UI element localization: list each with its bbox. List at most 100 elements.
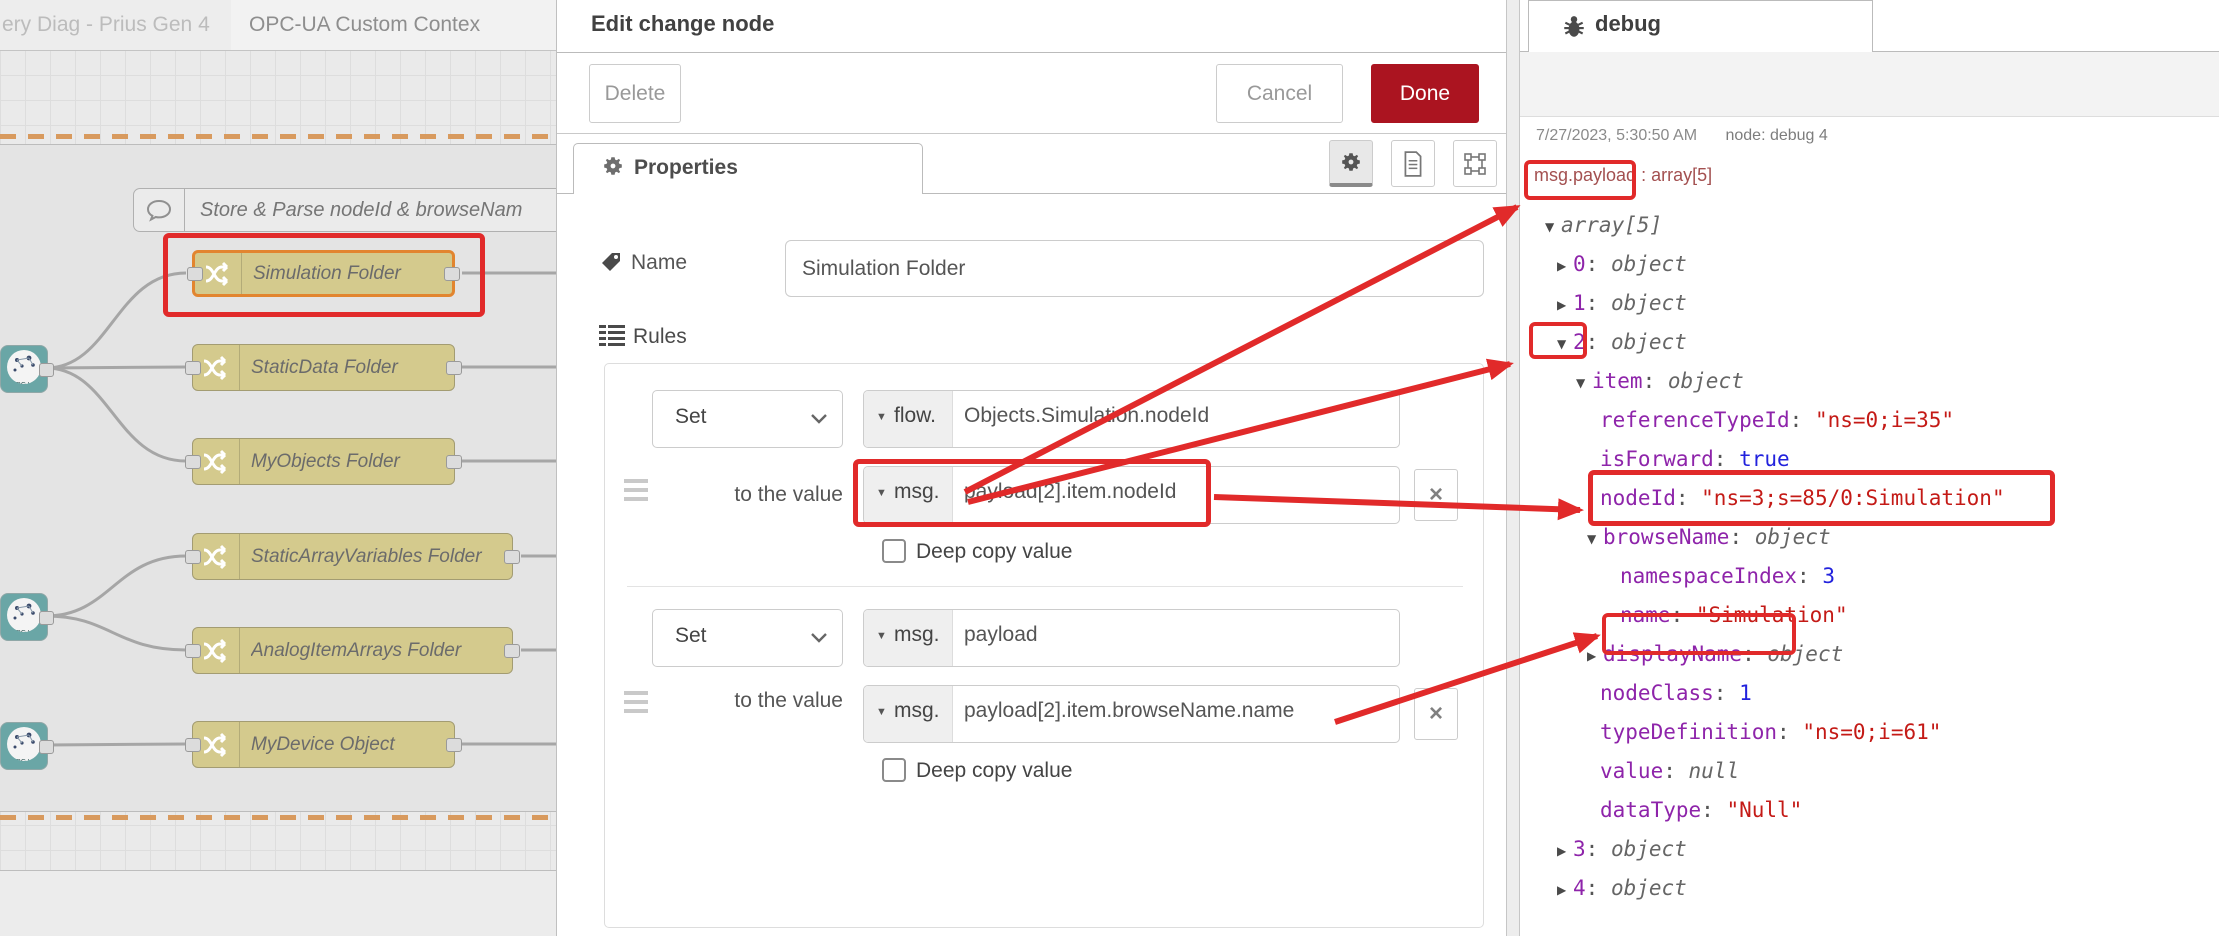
rule2-delete-button[interactable]: × [1414, 688, 1458, 740]
change-node-staticdata-folder[interactable]: StaticData Folder [192, 344, 455, 391]
debug-tree-row[interactable]: namespaceIndex: 3 [1520, 557, 2219, 596]
tree-caret-icon[interactable]: ▼ [1587, 520, 1603, 559]
tree-caret-icon[interactable]: ▼ [1557, 325, 1573, 364]
node-input-port[interactable] [185, 550, 201, 564]
tree-caret-icon[interactable]: ▶ [1557, 871, 1573, 910]
debug-token-num: 1 [1739, 681, 1752, 705]
tab-debug[interactable]: debug [1528, 0, 1873, 52]
debug-tree-row[interactable]: nodeId: "ns=3;s=85/0:Simulation" [1520, 479, 2219, 518]
change-node-simulation-folder[interactable]: Simulation Folder [192, 250, 455, 297]
tree-caret-icon[interactable]: ▶ [1587, 637, 1603, 676]
debug-tree-row[interactable]: ▼array[5] [1520, 206, 2219, 245]
node-output-port[interactable] [39, 363, 54, 377]
debug-tree-row[interactable]: ▶displayName: object [1520, 635, 2219, 674]
node-output-port[interactable] [446, 361, 462, 375]
node-input-port[interactable] [185, 455, 201, 469]
debug-tree-row[interactable]: ▶0: object [1520, 245, 2219, 284]
typed-input-type-button[interactable]: ▼msg. [864, 686, 953, 742]
debug-tree-row[interactable]: ▶1: object [1520, 284, 2219, 323]
rule1-value-input[interactable]: ▼msg. payload[2].item.nodeId [863, 466, 1400, 524]
node-output-port[interactable] [446, 738, 462, 752]
tree-caret-icon[interactable]: ▼ [1576, 364, 1592, 403]
node-label: StaticData Folder [251, 345, 446, 390]
tab-properties[interactable]: Properties [573, 143, 923, 194]
properties-view-button[interactable] [1329, 140, 1373, 187]
node-input-port[interactable] [185, 361, 201, 375]
node-output-port[interactable] [446, 455, 462, 469]
rule1-target-input[interactable]: ▼flow. Objects.Simulation.nodeId [863, 390, 1400, 448]
debug-json-tree[interactable]: ▼array[5]▶0: object▶1: object▼2: object▼… [1520, 206, 2219, 908]
node-output-port[interactable] [444, 267, 460, 281]
debug-tree-row[interactable]: ▼browseName: object [1520, 518, 2219, 557]
comment-node[interactable]: Store & Parse nodeId & browseNam [133, 188, 556, 232]
node-output-port[interactable] [504, 550, 520, 564]
debug-tree-row[interactable]: typeDefinition: "ns=0;i=61" [1520, 713, 2219, 752]
rule2-action-select[interactable]: Set [652, 609, 843, 667]
debug-tree-row[interactable]: ▶3: object [1520, 830, 2219, 869]
workspace-tab-active[interactable]: OPC-UA Custom Contex [231, 0, 556, 50]
opcua-browser-node[interactable]: OPC UA [0, 345, 48, 393]
typed-input-type-button[interactable]: ▼flow. [864, 391, 953, 447]
debug-tree-row[interactable]: dataType: "Null" [1520, 791, 2219, 830]
debug-tree-row[interactable]: referenceTypeId: "ns=0;i=35" [1520, 401, 2219, 440]
node-input-port[interactable] [185, 738, 201, 752]
rule2-target-input[interactable]: ▼msg. payload [863, 609, 1400, 667]
debug-tree-row[interactable]: ▶4: object [1520, 869, 2219, 908]
opcua-browser-node[interactable]: OPC UA [0, 593, 48, 641]
debug-token-pln: : [1742, 642, 1767, 666]
rule2-value-input[interactable]: ▼msg. payload[2].item.browseName.name [863, 685, 1400, 743]
workspace-tab-inactive[interactable]: ery Diag - Prius Gen 4 [0, 0, 233, 50]
rule1-action-select[interactable]: Set [652, 390, 843, 448]
comment-bubble-icon [134, 189, 185, 231]
rule1-delete-button[interactable]: × [1414, 469, 1458, 521]
typed-input-type-label: msg. [894, 699, 940, 723]
change-node-analogitemarrays-folder[interactable]: AnalogItemArrays Folder [192, 627, 513, 674]
node-red-editor: ery Diag - Prius Gen 4 OPC-UA Custom Con… [0, 0, 2219, 936]
debug-tree-row[interactable]: value: null [1520, 752, 2219, 791]
description-view-button[interactable] [1391, 140, 1435, 187]
opcua-label: OPC UA [7, 759, 41, 761]
sidebar-resize-handle[interactable] [1506, 0, 1520, 936]
caret-down-icon: ▼ [876, 411, 887, 423]
rule-drag-handle[interactable] [624, 691, 648, 718]
tree-caret-icon[interactable]: ▶ [1557, 247, 1573, 286]
node-input-port[interactable] [185, 644, 201, 658]
done-button[interactable]: Done [1371, 64, 1479, 123]
opcua-label: OPC UA [7, 630, 41, 632]
node-output-port[interactable] [504, 644, 520, 658]
cancel-button[interactable]: Cancel [1216, 64, 1343, 123]
delete-button[interactable]: Delete [589, 64, 681, 123]
tree-caret-icon[interactable]: ▶ [1557, 286, 1573, 325]
rule-drag-handle[interactable] [624, 479, 648, 506]
debug-tree-row[interactable]: ▼item: object [1520, 362, 2219, 401]
debug-token-key: value [1600, 759, 1663, 783]
debug-sidebar: debug 7/27/2023, 5:30:50 AM node: debug … [1506, 0, 2219, 936]
flow-canvas[interactable]: ery Diag - Prius Gen 4 OPC-UA Custom Con… [0, 0, 556, 936]
workspace-tabbar: ery Diag - Prius Gen 4 OPC-UA Custom Con… [0, 0, 556, 51]
rule2-action-value: Set [675, 624, 707, 648]
debug-message[interactable]: 7/27/2023, 5:30:50 AM node: debug 4 msg.… [1520, 116, 2219, 936]
debug-tree-row[interactable]: name: "Simulation" [1520, 596, 2219, 635]
change-node-mydevice-object[interactable]: MyDevice Object [192, 721, 455, 768]
name-input[interactable] [785, 240, 1484, 297]
change-node-myobjects-folder[interactable]: MyObjects Folder [192, 438, 455, 485]
typed-input-type-button[interactable]: ▼msg. [864, 610, 953, 666]
change-node-staticarrayvariables-folder[interactable]: StaticArrayVariables Folder [192, 533, 513, 580]
node-label: AnalogItemArrays Folder [251, 628, 504, 673]
tree-caret-icon[interactable]: ▼ [1545, 208, 1561, 247]
opcua-browser-node[interactable]: OPC UA [0, 722, 48, 770]
debug-tree-row[interactable]: isForward: true [1520, 440, 2219, 479]
debug-tree-row[interactable]: nodeClass: 1 [1520, 674, 2219, 713]
rule1-deep-copy-checkbox[interactable] [882, 539, 906, 563]
opcua-label: OPC UA [7, 382, 41, 384]
debug-tree-row[interactable]: ▼2: object [1520, 323, 2219, 362]
rule2-deep-copy-checkbox[interactable] [882, 758, 906, 782]
tree-caret-icon[interactable]: ▶ [1557, 832, 1573, 871]
tag-icon [599, 250, 623, 279]
appearance-view-button[interactable] [1453, 140, 1497, 187]
typed-input-type-button[interactable]: ▼msg. [864, 467, 953, 523]
node-input-port[interactable] [187, 267, 203, 281]
node-output-port[interactable] [39, 611, 54, 625]
node-output-port[interactable] [39, 740, 54, 754]
debug-token-str: "ns=0;i=61" [1802, 720, 1941, 744]
